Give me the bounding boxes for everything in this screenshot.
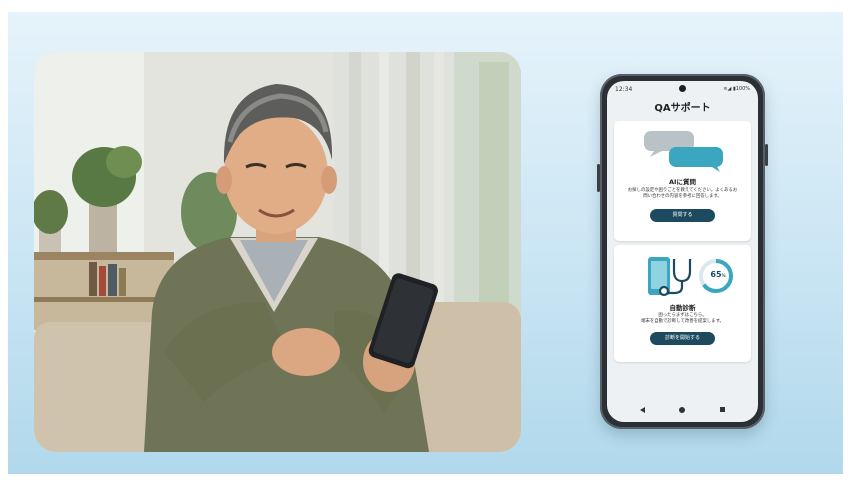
start-diagnosis-button[interactable]: 診断を開始する — [650, 332, 715, 345]
phone-volume-button — [765, 144, 768, 166]
signal-battery-icon: ≋◢ ▮100% — [723, 86, 750, 92]
ask-question-button[interactable]: 質問する — [650, 209, 715, 222]
ai-card-description: お探しの設定や困りごとを教えてください。よくあるお 問い合わせの内容を参考に回答… — [618, 188, 747, 200]
phone-side-button — [597, 164, 600, 192]
navigation-bar — [607, 400, 758, 422]
gauge-value: 65% — [707, 270, 729, 279]
diagnosis-card-title: 自動診断 — [669, 304, 696, 312]
status-bar: 12:34 ≋◢ ▮100% — [607, 81, 758, 97]
diagnosis-description-line2: 端末を自動で診断して改善を提案します。 — [641, 319, 724, 324]
front-camera-icon — [679, 85, 686, 92]
man-with-smartphone-illustration — [34, 52, 521, 452]
home-icon[interactable] — [679, 407, 685, 413]
ai-card-description-line2: 問い合わせの内容を参考に回答します。 — [643, 194, 722, 199]
auto-diagnosis-card: 65% 自動診断 困ったらまずはこちら。 端末を自動で診断して改善を提案します。… — [614, 245, 751, 362]
diagnosis-icons — [648, 257, 733, 297]
recent-apps-icon[interactable] — [720, 407, 725, 412]
diagnosis-card-description: 困ったらまずはこちら。 端末を自動で診断して改善を提案します。 — [618, 313, 747, 325]
back-icon[interactable] — [640, 407, 645, 413]
status-time: 12:34 — [615, 86, 633, 93]
chat-bubbles-icon — [644, 131, 723, 172]
gauge-number: 65 — [710, 270, 722, 279]
ai-question-card: AIに質問 お探しの設定や困りごとを教えてください。よくあるお 問い合わせの内容… — [614, 121, 751, 241]
gauge-unit: % — [721, 273, 726, 278]
hero-photo — [34, 52, 521, 452]
ai-card-title: AIに質問 — [669, 178, 696, 186]
phone-screen: 12:34 ≋◢ ▮100% QAサポート AIに質問 お探しの設定や困りごとを… — [607, 81, 758, 422]
app-title: QAサポート — [654, 103, 711, 114]
phone-mockup: 12:34 ≋◢ ▮100% QAサポート AIに質問 お探しの設定や困りごとを… — [597, 74, 768, 429]
